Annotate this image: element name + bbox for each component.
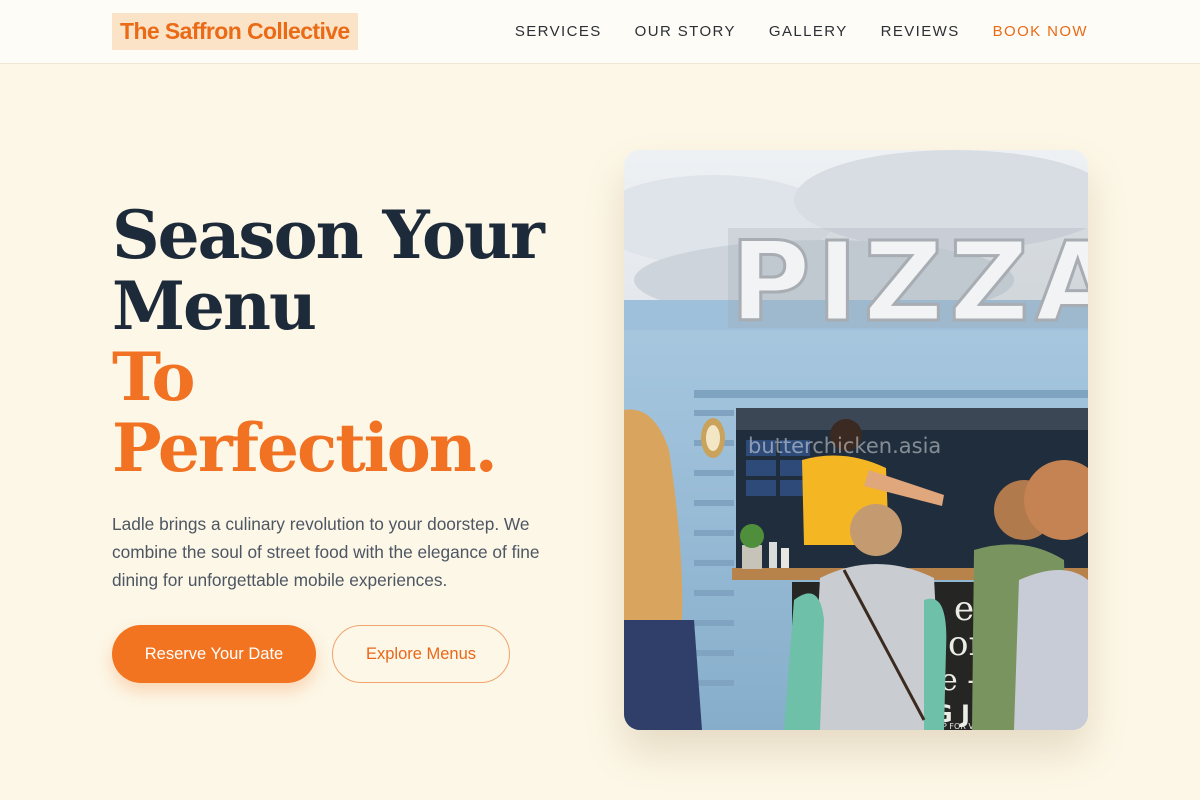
headline-line-2: Menu: [112, 267, 317, 345]
hero-headline: Season Your Menu To Perfection.: [112, 200, 582, 484]
photo-watermark: butterchicken.asia: [748, 434, 941, 458]
pizza-sign-text: PIZZA: [730, 218, 1088, 346]
board-text-3: e -: [940, 663, 977, 698]
headline-accent-2: Perfection.: [112, 409, 498, 487]
food-truck-illustration: erit onl e - IG J SWAP FOR VE PIZZA butt…: [624, 150, 1088, 730]
nav-link-gallery[interactable]: GALLERY: [769, 23, 848, 40]
hero-description: Ladle brings a culinary revolution to yo…: [112, 514, 540, 590]
nav-link-services[interactable]: SERVICES: [515, 23, 602, 40]
site-header: The Saffron Collective SERVICES OUR STOR…: [0, 0, 1200, 64]
explore-menus-button[interactable]: Explore Menus: [332, 625, 510, 683]
headline-line-1: Season Your: [112, 196, 545, 274]
main-nav: SERVICES OUR STORY GALLERY REVIEWS BOOK …: [482, 0, 1088, 62]
headline-accent-1: To: [112, 338, 196, 416]
reserve-date-button[interactable]: Reserve Your Date: [112, 625, 316, 683]
brand-logo[interactable]: The Saffron Collective: [112, 13, 358, 50]
nav-link-reviews[interactable]: REVIEWS: [881, 23, 960, 40]
hero-photo-food-truck: erit onl e - IG J SWAP FOR VE PIZZA butt…: [624, 150, 1088, 730]
nav-link-our-story[interactable]: OUR STORY: [635, 23, 736, 40]
nav-link-book-now[interactable]: BOOK NOW: [993, 23, 1088, 40]
pizza-sign: PIZZA: [728, 217, 1088, 348]
